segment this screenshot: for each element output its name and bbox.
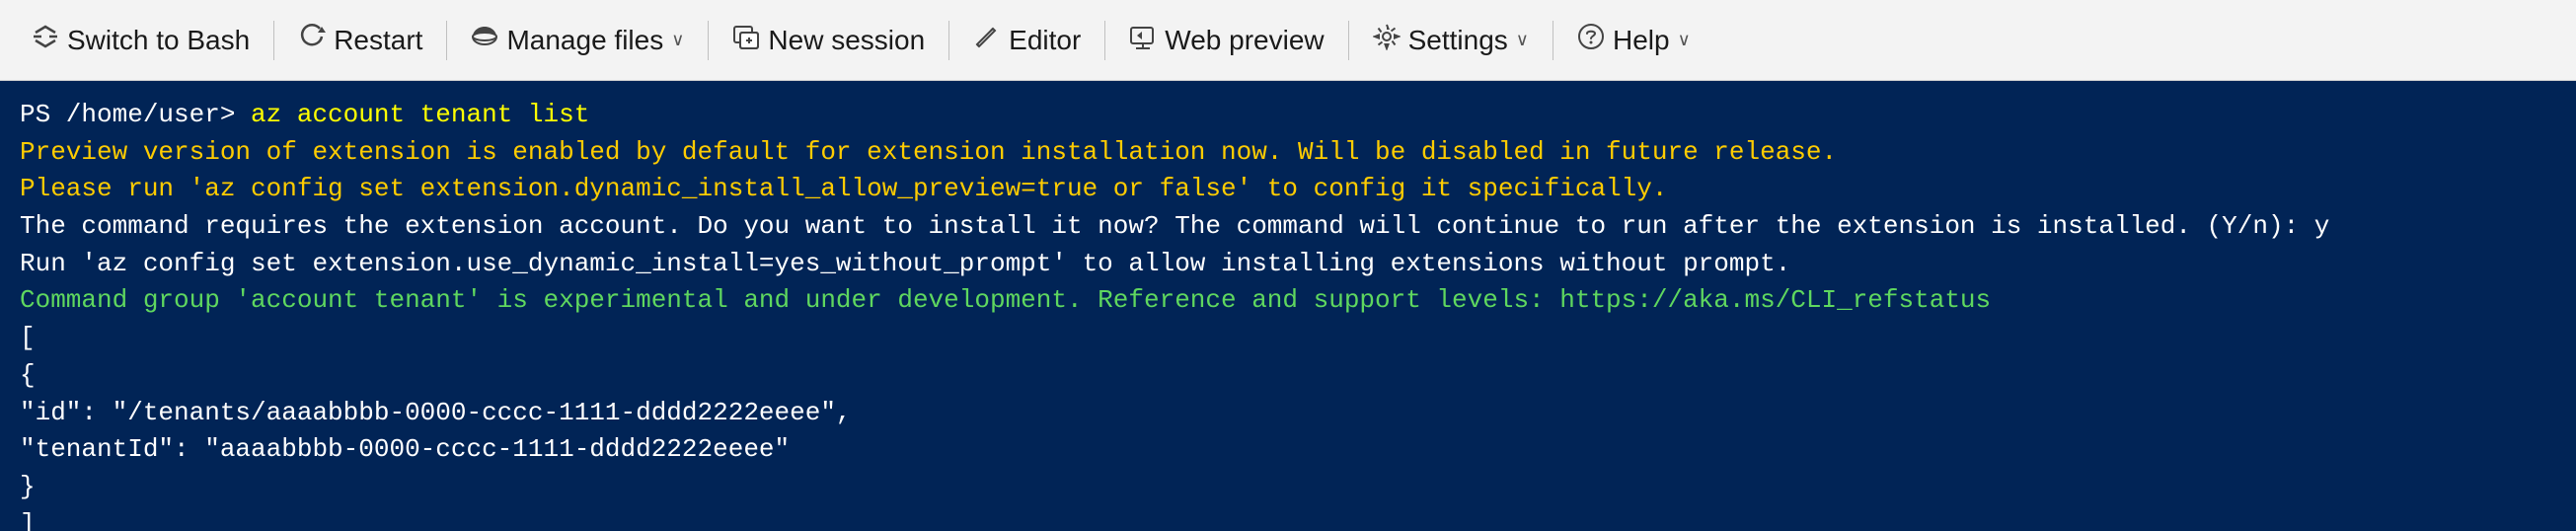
toolbar-item-web-preview[interactable]: Web preview xyxy=(1113,15,1339,65)
restart-icon xyxy=(298,23,326,57)
prompt-command: az account tenant list xyxy=(235,100,589,129)
toolbar-item-help[interactable]: Help ∨ xyxy=(1561,15,1706,65)
terminal-line-11: ] xyxy=(20,506,2556,531)
toolbar-separator xyxy=(1348,21,1349,60)
help-label: Help xyxy=(1613,25,1670,56)
manage-files-label: Manage files xyxy=(506,25,663,56)
settings-icon xyxy=(1373,23,1401,57)
settings-chevron-icon: ∨ xyxy=(1516,30,1529,50)
restart-label: Restart xyxy=(334,25,422,56)
toolbar-separator xyxy=(1104,21,1105,60)
switch-bash-icon xyxy=(32,23,59,57)
editor-icon xyxy=(973,23,1001,57)
settings-label: Settings xyxy=(1408,25,1508,56)
new-session-icon xyxy=(732,23,760,57)
web-preview-label: Web preview xyxy=(1165,25,1324,56)
terminal-line-7: { xyxy=(20,357,2556,395)
editor-label: Editor xyxy=(1009,25,1081,56)
terminal-line-0: PS /home/user> az account tenant list xyxy=(20,97,2556,134)
help-icon xyxy=(1577,23,1605,57)
terminal-line-5: Command group 'account tenant' is experi… xyxy=(20,282,2556,320)
toolbar-item-editor[interactable]: Editor xyxy=(957,15,1097,65)
switch-bash-label: Switch to Bash xyxy=(67,25,250,56)
toolbar-item-switch-bash[interactable]: Switch to Bash xyxy=(16,15,265,65)
terminal-line-1: Preview version of extension is enabled … xyxy=(20,134,2556,172)
terminal-line-4: Run 'az config set extension.use_dynamic… xyxy=(20,246,2556,283)
prompt-path: PS /home/user> xyxy=(20,100,235,129)
help-chevron-icon: ∨ xyxy=(1678,30,1691,50)
toolbar-separator xyxy=(948,21,949,60)
terminal-line-8: "id": "/tenants/aaaabbbb-0000-cccc-1111-… xyxy=(20,395,2556,432)
terminal-line-10: } xyxy=(20,469,2556,506)
terminal[interactable]: PS /home/user> az account tenant listPre… xyxy=(0,81,2576,531)
terminal-line-9: "tenantId": "aaaabbbb-0000-cccc-1111-ddd… xyxy=(20,431,2556,469)
toolbar: Switch to Bash Restart Manage files ∨ New… xyxy=(0,0,2576,81)
toolbar-item-restart[interactable]: Restart xyxy=(282,15,438,65)
manage-files-icon xyxy=(471,23,498,57)
terminal-line-3: The command requires the extension accou… xyxy=(20,208,2556,246)
toolbar-separator xyxy=(446,21,447,60)
toolbar-item-new-session[interactable]: New session xyxy=(717,15,941,65)
terminal-line-6: [ xyxy=(20,320,2556,357)
new-session-label: New session xyxy=(768,25,925,56)
web-preview-icon xyxy=(1129,23,1157,57)
manage-files-chevron-icon: ∨ xyxy=(671,30,684,50)
toolbar-item-settings[interactable]: Settings ∨ xyxy=(1357,15,1545,65)
toolbar-separator xyxy=(273,21,274,60)
toolbar-item-manage-files[interactable]: Manage files ∨ xyxy=(455,15,700,65)
terminal-line-2: Please run 'az config set extension.dyna… xyxy=(20,171,2556,208)
toolbar-separator xyxy=(708,21,709,60)
